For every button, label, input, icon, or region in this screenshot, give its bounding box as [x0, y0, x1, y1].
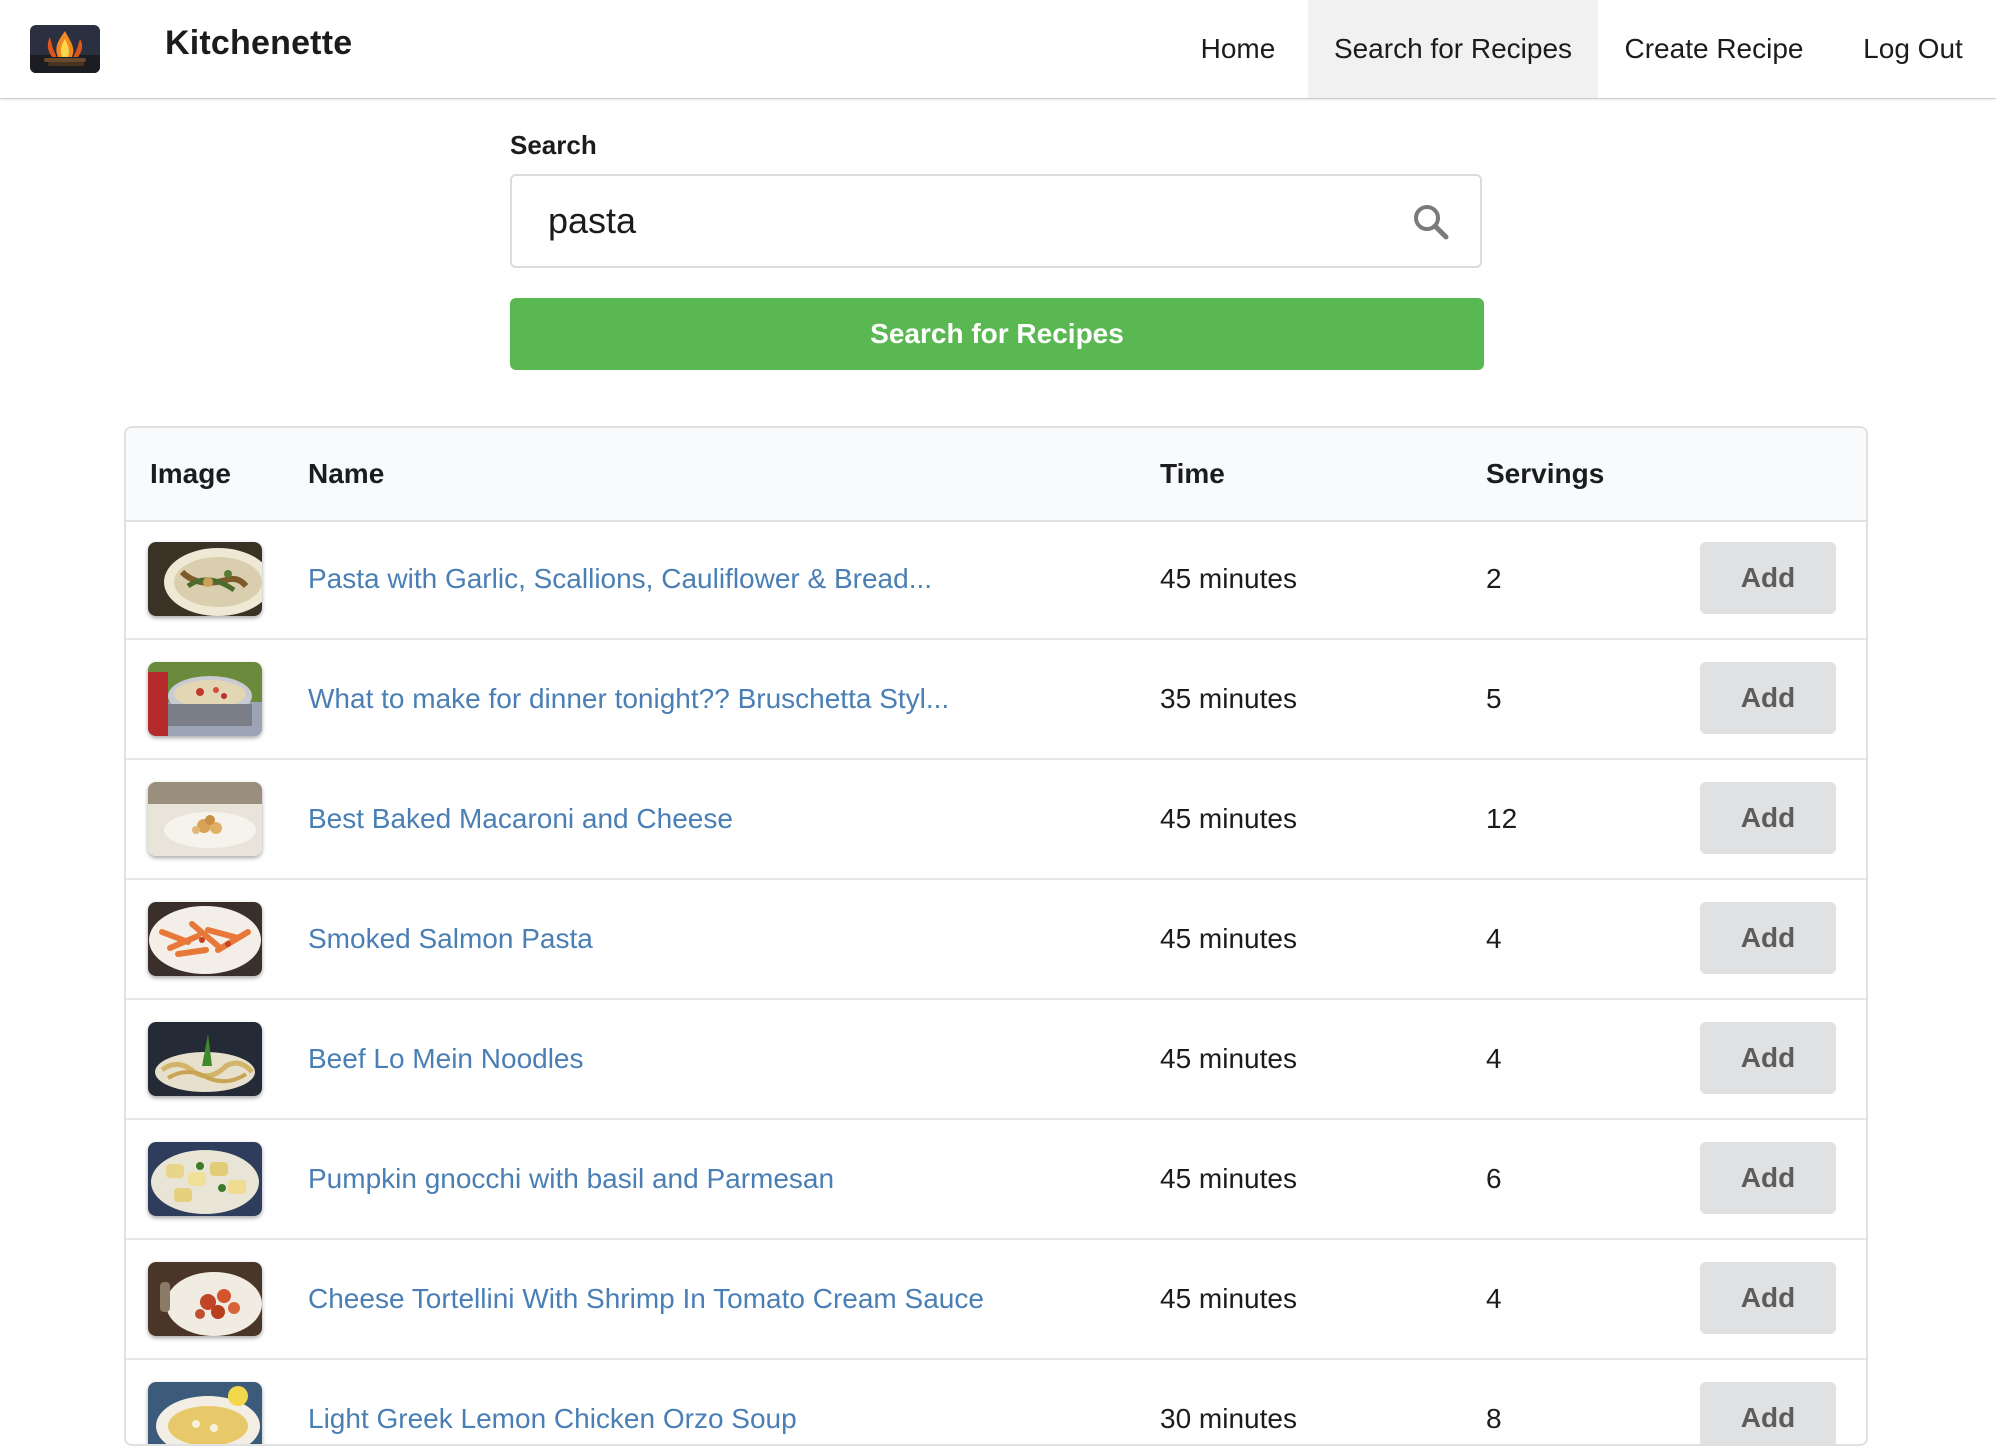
recipe-time: 45 minutes — [1160, 803, 1297, 834]
add-recipe-button[interactable]: Add — [1700, 782, 1836, 854]
table-row: Pasta with Garlic, Scallions, Cauliflowe… — [126, 520, 1866, 640]
table-row: Best Baked Macaroni and Cheese 45 minute… — [126, 760, 1866, 880]
recipe-thumbnail[interactable] — [148, 902, 262, 976]
table-header: Image Name Time Servings — [126, 428, 1866, 522]
recipe-servings: 2 — [1486, 563, 1502, 594]
campfire-logo-icon[interactable] — [30, 25, 100, 73]
recipe-time: 45 minutes — [1160, 1283, 1297, 1314]
table-row: Beef Lo Mein Noodles 45 minutes 4 Add — [126, 1000, 1866, 1120]
nav-home[interactable]: Home — [1180, 0, 1296, 98]
recipe-thumbnail[interactable] — [148, 1262, 262, 1336]
recipe-name-link[interactable]: Beef Lo Mein Noodles — [308, 1000, 584, 1118]
add-recipe-button[interactable]: Add — [1700, 1382, 1836, 1444]
search-label: Search — [510, 130, 597, 160]
recipe-servings: 6 — [1486, 1163, 1502, 1194]
results-table: Image Name Time Servings Pasta with Garl… — [124, 426, 1868, 1446]
recipe-name-link[interactable]: What to make for dinner tonight?? Brusch… — [308, 640, 949, 758]
recipe-name-link[interactable]: Smoked Salmon Pasta — [308, 880, 593, 998]
recipe-name-link[interactable]: Pasta with Garlic, Scallions, Cauliflowe… — [308, 520, 932, 638]
recipe-time: 35 minutes — [1160, 683, 1297, 714]
recipe-time: 30 minutes — [1160, 1403, 1297, 1434]
brand-title[interactable]: Kitchenette — [165, 24, 352, 63]
recipe-time: 45 minutes — [1160, 1163, 1297, 1194]
search-input[interactable] — [548, 176, 1388, 266]
recipe-time: 45 minutes — [1160, 923, 1297, 954]
recipe-servings: 5 — [1486, 683, 1502, 714]
add-recipe-button[interactable]: Add — [1700, 1262, 1836, 1334]
table-row: Pumpkin gnocchi with basil and Parmesan … — [126, 1120, 1866, 1240]
recipe-thumbnail[interactable] — [148, 1142, 262, 1216]
recipe-servings: 4 — [1486, 1043, 1502, 1074]
search-recipes-button[interactable]: Search for Recipes — [510, 298, 1484, 370]
recipe-thumbnail[interactable] — [148, 782, 262, 856]
column-header-image: Image — [150, 458, 231, 489]
recipe-thumbnail[interactable] — [148, 662, 262, 736]
table-row: Light Greek Lemon Chicken Orzo Soup 30 m… — [126, 1360, 1866, 1444]
column-header-servings: Servings — [1486, 458, 1605, 489]
recipe-thumbnail[interactable] — [148, 542, 262, 616]
recipe-name-link[interactable]: Best Baked Macaroni and Cheese — [308, 760, 733, 878]
table-row: What to make for dinner tonight?? Brusch… — [126, 640, 1866, 760]
column-header-time: Time — [1160, 458, 1225, 489]
recipe-time: 45 minutes — [1160, 563, 1297, 594]
recipe-servings: 4 — [1486, 1283, 1502, 1314]
recipe-thumbnail[interactable] — [148, 1382, 262, 1444]
add-recipe-button[interactable]: Add — [1700, 1022, 1836, 1094]
add-recipe-button[interactable]: Add — [1700, 662, 1836, 734]
recipe-thumbnail[interactable] — [148, 1022, 262, 1096]
recipe-servings: 8 — [1486, 1403, 1502, 1434]
add-recipe-button[interactable]: Add — [1700, 902, 1836, 974]
table-row: Smoked Salmon Pasta 45 minutes 4 Add — [126, 880, 1866, 1000]
search-field[interactable] — [510, 174, 1482, 268]
nav-create-recipe[interactable]: Create Recipe — [1612, 0, 1816, 98]
recipe-servings: 4 — [1486, 923, 1502, 954]
recipe-servings: 12 — [1486, 803, 1518, 834]
add-recipe-button[interactable]: Add — [1700, 542, 1836, 614]
table-row: Cheese Tortellini With Shrimp In Tomato … — [126, 1240, 1866, 1360]
recipe-time: 45 minutes — [1160, 1043, 1297, 1074]
recipe-name-link[interactable]: Pumpkin gnocchi with basil and Parmesan — [308, 1120, 834, 1238]
add-recipe-button[interactable]: Add — [1700, 1142, 1836, 1214]
recipe-name-link[interactable]: Light Greek Lemon Chicken Orzo Soup — [308, 1360, 797, 1444]
top-navbar: Kitchenette Home Search for Recipes Crea… — [0, 0, 1996, 98]
nav-search-recipes[interactable]: Search for Recipes — [1308, 0, 1598, 98]
column-header-name: Name — [308, 458, 385, 489]
search-icon[interactable] — [1412, 203, 1450, 241]
nav-log-out[interactable]: Log Out — [1840, 0, 1986, 98]
recipe-name-link[interactable]: Cheese Tortellini With Shrimp In Tomato … — [308, 1240, 984, 1358]
